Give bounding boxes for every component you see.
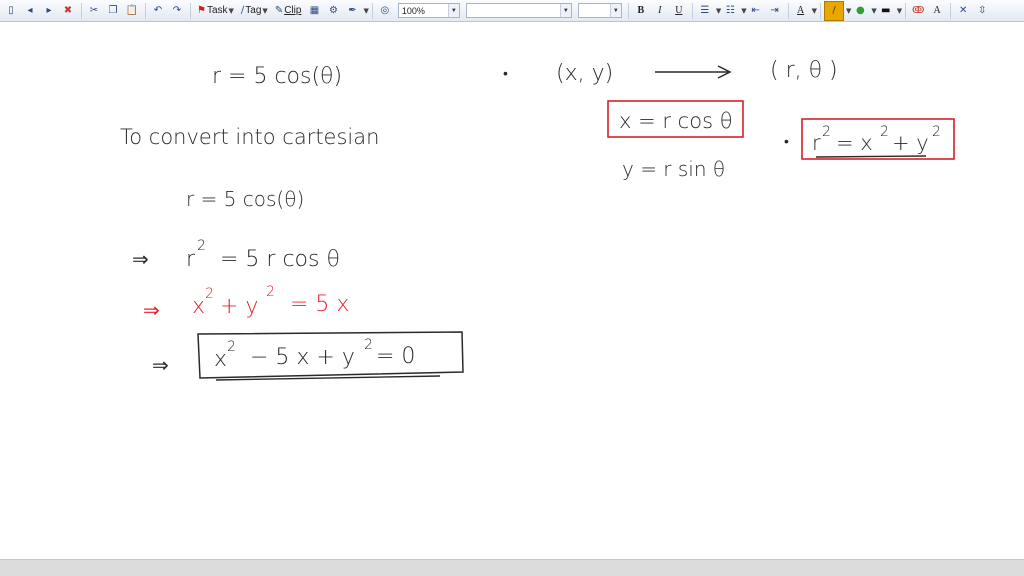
chevron-down-icon[interactable]: ▼ [363,7,368,15]
tag-button[interactable]: ∕ Tag ▼ [238,2,271,20]
bullet-dot: • [784,134,789,150]
cut-icon[interactable]: ✂ [85,2,103,20]
font-size-button[interactable]: A [928,2,946,20]
divider [950,2,952,19]
identity-y: + y [892,131,929,155]
chevron-down-icon: ▼ [559,4,571,17]
pen-tool-icon[interactable]: ✒ [343,2,361,20]
page-icon[interactable]: ▯ [2,2,20,20]
undo-icon[interactable]: ↶ [149,2,167,20]
highlighter-icon[interactable]: ● [851,2,869,20]
chevron-down-icon: ▼ [262,6,268,15]
toolbar: ▯ ◂ ▸ ✖ ✂ ❐ 📋 ↶ ↷ ⚑ Task ▼ ∕ Tag ▼ ✎ Cli… [0,0,1024,22]
step-r-rhs: = 5 r cos θ [220,247,340,272]
x-conversion-box: x = r cos θ [607,100,744,138]
exponent: 2 [266,284,275,300]
line-weight-icon[interactable]: ▬ [877,2,895,20]
insert-space-icon[interactable]: ⇳ [973,2,991,20]
implies-arrow: ⇒ [152,353,169,377]
y-conversion-formula: y = r sin θ [622,157,725,181]
note-canvas[interactable]: r = 5 cos(θ) • (x, y) ( r, θ ) To conver… [0,22,1024,560]
divider [81,2,82,19]
flag-icon: ⚑ [197,5,206,16]
zoom-icon[interactable]: ◎ [376,2,394,20]
font-select[interactable]: ▼ [465,3,572,18]
italic-button[interactable]: I [651,2,669,20]
divider [627,2,629,19]
divider [787,2,789,19]
pen-color-icon[interactable]: ∕ [824,0,844,21]
final-rhs: = 0 [376,344,415,369]
exponent: 2 [197,238,206,254]
step-red-y: + y [220,294,258,319]
identity-r: r [812,131,821,155]
paste-icon[interactable]: 📋 [123,2,141,20]
step-polar-equation: r = 5 cos(θ) [186,187,304,211]
underline-stroke [815,155,927,158]
cartesian-pair: (x, y) [556,61,613,86]
divider [371,2,373,19]
zoom-select[interactable]: 100% ▼ [397,3,460,18]
copy-icon[interactable]: ❐ [104,2,122,20]
tag-label: Tag [245,5,262,16]
maps-to-arrow [655,65,732,79]
task-label: Task [206,5,228,16]
final-middle: − 5 x + y [250,345,355,370]
exponent: 2 [880,124,889,140]
zoom-value: 100% [401,5,425,16]
delete-page-icon[interactable]: ✖ [59,2,77,20]
chevron-down-icon: ▼ [447,4,459,17]
step-red-x: x [192,294,205,319]
step-r-base: r [186,247,196,272]
lasso-icon[interactable]: ↂ [909,2,927,20]
redo-icon[interactable]: ↷ [168,2,186,20]
divider [820,2,821,19]
polar-pair: ( r, θ ) [770,58,838,83]
convert-instruction: To convert into cartesian [120,125,379,149]
divider [145,2,146,19]
handwriting-layer: r = 5 cos(θ) • (x, y) ( r, θ ) To conver… [120,58,955,381]
chevron-down-icon: ▼ [228,6,234,15]
identity-x: = x [836,131,873,155]
identity-box: r 2 = x 2 + y 2 [801,118,955,160]
clip-label: Clip [284,5,302,16]
horizontal-scrollbar[interactable] [0,559,1024,576]
bullet-dot: • [503,66,508,82]
bullet-list-icon[interactable]: ☰ [696,2,714,20]
exponent: 2 [205,286,214,302]
task-button[interactable]: ⚑ Task ▼ [194,2,237,20]
equation-polar: r = 5 cos(θ) [212,64,342,89]
bold-button[interactable]: B [632,2,650,20]
exponent: 2 [822,124,831,140]
exponent: 2 [227,339,236,355]
implies-arrow: ⇒ [132,247,149,271]
forward-arrow-icon[interactable]: ▸ [40,2,58,20]
table-icon[interactable]: ▦ [305,2,323,20]
exponent: 2 [364,337,373,353]
implies-arrow: ⇒ [143,298,160,322]
step-red-rhs: = 5 x [290,292,349,317]
chevron-down-icon[interactable]: ▼ [897,7,902,15]
chevron-down-icon: ▼ [609,4,621,17]
x-conversion-formula: x = r cos θ [619,109,733,133]
indent-icon[interactable]: ⇥ [766,2,784,20]
clip-button[interactable]: ✎ Clip [272,2,305,20]
divider [905,2,907,19]
divider [190,2,191,19]
divider [691,2,693,19]
clip-icon: ✎ [274,5,284,16]
exponent: 2 [932,124,941,140]
final-x: x [214,347,227,372]
chevron-down-icon[interactable]: ▼ [812,7,817,15]
eraser-icon[interactable]: ✕ [954,2,972,20]
font-size-select[interactable]: ▼ [577,3,622,18]
numbered-list-icon[interactable]: ☷ [721,2,739,20]
tag-pen-icon: ∕ [240,5,245,16]
text-color-button[interactable]: A [792,2,810,20]
final-answer-box: x 2 − 5 x + y 2 = 0 [197,331,464,381]
underline-button[interactable]: U [670,2,688,20]
format-icon[interactable]: ⚙ [324,2,342,20]
back-arrow-icon[interactable]: ◂ [21,2,39,20]
outdent-icon[interactable]: ⇤ [747,2,765,20]
